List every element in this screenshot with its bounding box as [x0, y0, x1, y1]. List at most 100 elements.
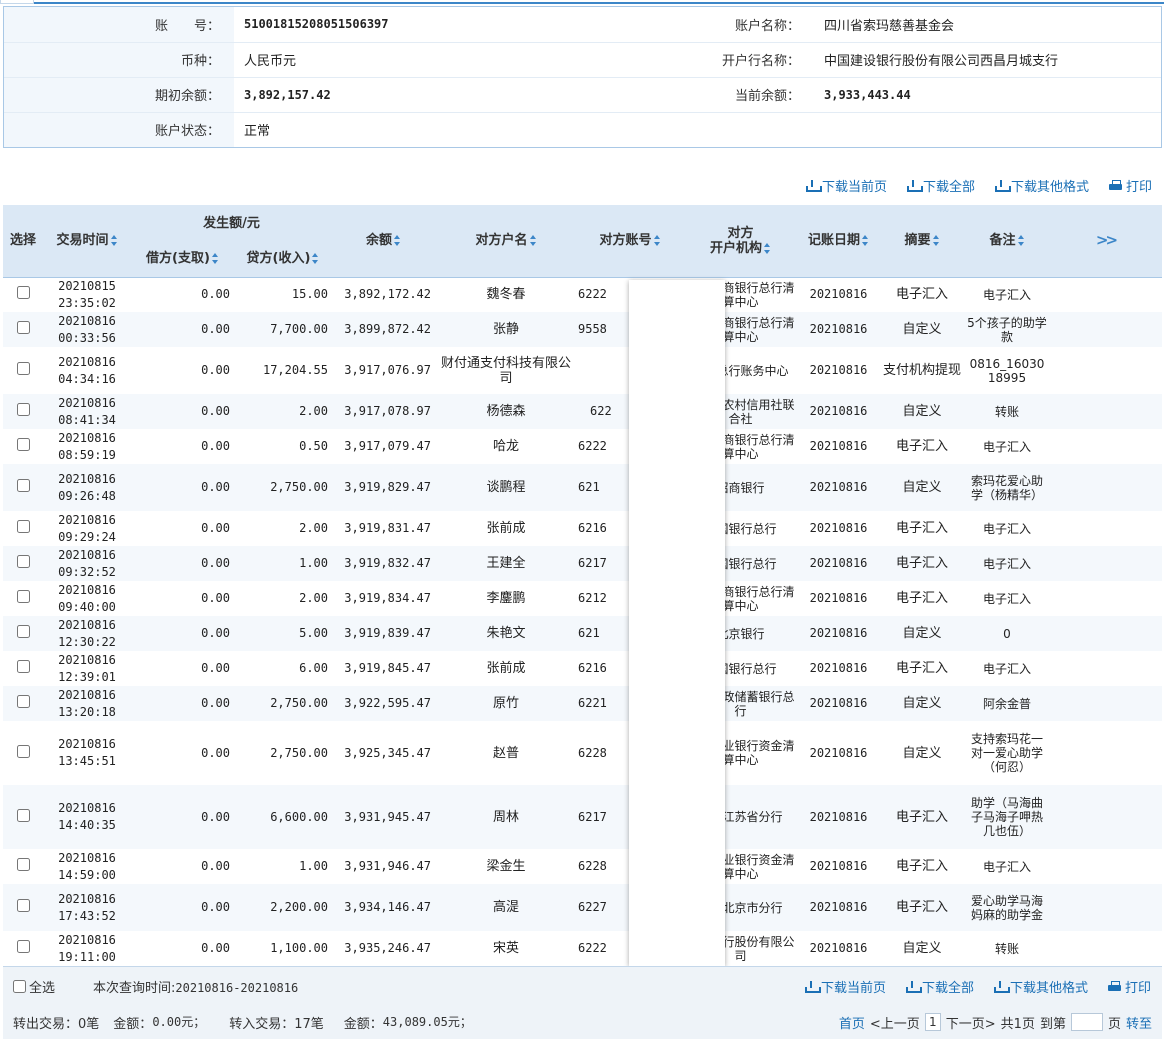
balance: 3,917,078.97 [332, 394, 435, 429]
credit-amount: 1,100.00 [270, 941, 328, 955]
row-checkbox[interactable] [16, 321, 30, 334]
summary: 电子汇入 [895, 439, 948, 454]
sort-icon[interactable] [1017, 235, 1025, 247]
balance: 3,919,831.47 [344, 521, 431, 535]
download-icon [906, 179, 923, 192]
table-row[interactable]: 20210816 04:34:16 0.00 17,204.55 3,917,076.9… [3, 347, 1162, 394]
summary: 电子汇入 [895, 287, 948, 303]
post-date: 20210816 [809, 521, 868, 535]
download-all-link[interactable]: 下载全部 [906, 176, 975, 195]
col-credit[interactable]: 贷方(收入) [234, 241, 332, 277]
account-name-label: 账户名称： [584, 7, 814, 43]
trade-time: 20210815 23:35:02 [58, 278, 116, 310]
row-select [3, 277, 43, 312]
more-columns-button[interactable]: >> [1049, 205, 1162, 277]
col-debit[interactable]: 借方(支取) [131, 241, 234, 277]
goto-label: 到第 [1039, 1016, 1066, 1032]
table-row[interactable]: 20210816 09:29:24 0.00 2.00 3,919,831.47 张前成 6… [3, 511, 1162, 546]
sort-icon[interactable] [529, 235, 537, 247]
sort-icon[interactable] [211, 253, 219, 265]
trade-time: 20210816 13:20:18 [43, 686, 131, 721]
table-row[interactable]: 20210816 17:43:52 0.00 2,200.00 3,934,146.47… [3, 884, 1162, 931]
post-date: 20210816 [809, 661, 868, 675]
sort-icon[interactable] [394, 235, 401, 247]
table-row[interactable]: 20210816 19:11:00 0.00 1,100.00 3,935,246.47… [3, 931, 1162, 966]
credit-amount: 2,750.00 [234, 686, 332, 721]
table-row[interactable]: 20210816 14:40:35 0.00 6,600.00 3,931,945.47… [3, 785, 1162, 849]
col-time[interactable]: 交易时间 [43, 205, 131, 277]
row-checkbox[interactable] [16, 590, 30, 603]
prev-page-link[interactable]: <上一页 [870, 1013, 920, 1032]
row-checkbox[interactable] [16, 744, 30, 758]
table-row[interactable]: 20210816 09:32:52 0.00 1.00 3,919,832.47 王建全 6… [3, 546, 1162, 581]
debit-amount: 0.00 [131, 785, 234, 849]
post-date: 20210816 [809, 591, 868, 605]
table-row[interactable]: 20210816 12:39:01 0.00 6.00 3,919,845.47 张前成 6… [3, 651, 1162, 686]
table-row[interactable]: 20210816 00:33:56 0.00 7,700.00 3,899,872.42… [3, 312, 1162, 347]
goto-button[interactable]: 转至 [1126, 1013, 1152, 1032]
table-row[interactable]: 20210816 13:45:51 0.00 2,750.00 3,925,345.47… [3, 721, 1162, 785]
row-select [3, 849, 43, 884]
row-checkbox[interactable] [16, 286, 30, 300]
col-counterparty-bank[interactable]: 对方 开户机构 [683, 205, 798, 277]
sort-icon[interactable] [764, 242, 771, 254]
summary: 支付机构提现 [882, 363, 961, 378]
download-all-link[interactable]: 下载全部 [905, 977, 974, 996]
download-page-link[interactable]: 下载当前页 [804, 977, 886, 996]
col-counterparty-account[interactable]: 对方账号 [577, 205, 683, 277]
download-other-link[interactable]: 下载其他格式 [994, 176, 1089, 195]
table-row[interactable]: 20210816 08:59:19 0.00 0.50 3,917,079.47 哈龙 62… [3, 429, 1162, 464]
trade-time: 20210816 09:32:52 [43, 546, 131, 581]
table-row[interactable]: 20210816 12:30:22 0.00 5.00 3,919,839.47 朱艳文 6… [3, 616, 1162, 651]
credit-amount: 17,204.55 [262, 363, 328, 377]
first-page-link[interactable]: 首页 [839, 1013, 865, 1032]
print-link[interactable]: 打印 [1107, 977, 1151, 996]
col-post-date[interactable]: 记账日期 [798, 205, 879, 277]
row-checkbox[interactable] [16, 808, 30, 822]
col-balance[interactable]: 余额 [332, 205, 435, 277]
row-checkbox[interactable] [16, 858, 30, 871]
double-chevron-right-icon[interactable]: >> [1096, 231, 1118, 249]
row-checkbox[interactable] [16, 403, 30, 416]
current-page[interactable]: 1 [924, 1013, 941, 1031]
goto-page-input[interactable] [1070, 1013, 1103, 1031]
sort-icon[interactable] [653, 235, 661, 247]
trade-time: 20210816 14:59:00 [58, 850, 116, 882]
row-checkbox[interactable] [16, 555, 30, 568]
sort-icon[interactable] [932, 235, 940, 247]
select-all[interactable]: 全选 [13, 977, 55, 996]
row-checkbox[interactable] [16, 695, 30, 708]
row-checkbox[interactable] [16, 899, 30, 912]
download-page-link[interactable]: 下载当前页 [805, 176, 887, 195]
select-all-checkbox[interactable] [13, 979, 26, 993]
table-row[interactable]: 20210816 09:40:00 0.00 2.00 3,919,834.47 李鏖鹏 6… [3, 581, 1162, 616]
row-checkbox[interactable] [16, 660, 30, 673]
col-summary[interactable]: 摘要 [879, 205, 965, 277]
download-other-link[interactable]: 下载其他格式 [993, 977, 1088, 996]
row-checkbox[interactable] [16, 940, 30, 953]
account-name-value: 四川省索玛慈善基金会 [814, 7, 1161, 43]
print-link[interactable]: 打印 [1108, 176, 1152, 195]
next-page-link[interactable]: 下一页> [946, 1013, 996, 1032]
balance: 3,919,829.47 [332, 464, 435, 511]
row-checkbox[interactable] [16, 479, 30, 492]
active-tab[interactable] [0, 0, 34, 4]
row-checkbox[interactable] [16, 625, 30, 638]
table-row[interactable]: 20210816 14:59:00 0.00 1.00 3,931,946.47 梁金生 6… [3, 849, 1162, 884]
credit-amount: 5.00 [234, 616, 332, 651]
row-select [3, 785, 43, 849]
row-checkbox[interactable] [16, 362, 30, 375]
table-row[interactable]: 20210816 13:20:18 0.00 2,750.00 3,922,595.47… [3, 686, 1162, 721]
col-remark[interactable]: 备注 [965, 205, 1049, 277]
row-checkbox[interactable] [16, 520, 30, 533]
credit-amount: 1.00 [299, 859, 328, 873]
sort-icon[interactable] [110, 235, 118, 247]
sort-icon[interactable] [862, 235, 869, 247]
table-row[interactable]: 20210816 08:41:34 0.00 2.00 3,917,078.97 杨德森 … [3, 394, 1162, 429]
row-checkbox[interactable] [16, 438, 30, 451]
col-counterparty-name[interactable]: 对方户名 [435, 205, 577, 277]
table-row[interactable]: 20210816 09:26:48 0.00 2,750.00 3,919,829.47… [3, 464, 1162, 511]
balance: 3,919,834.47 [344, 591, 431, 605]
table-row[interactable]: 20210815 23:35:02 0.00 15.00 3,892,172.42 魏冬春… [3, 277, 1162, 312]
sort-icon[interactable] [312, 253, 319, 265]
